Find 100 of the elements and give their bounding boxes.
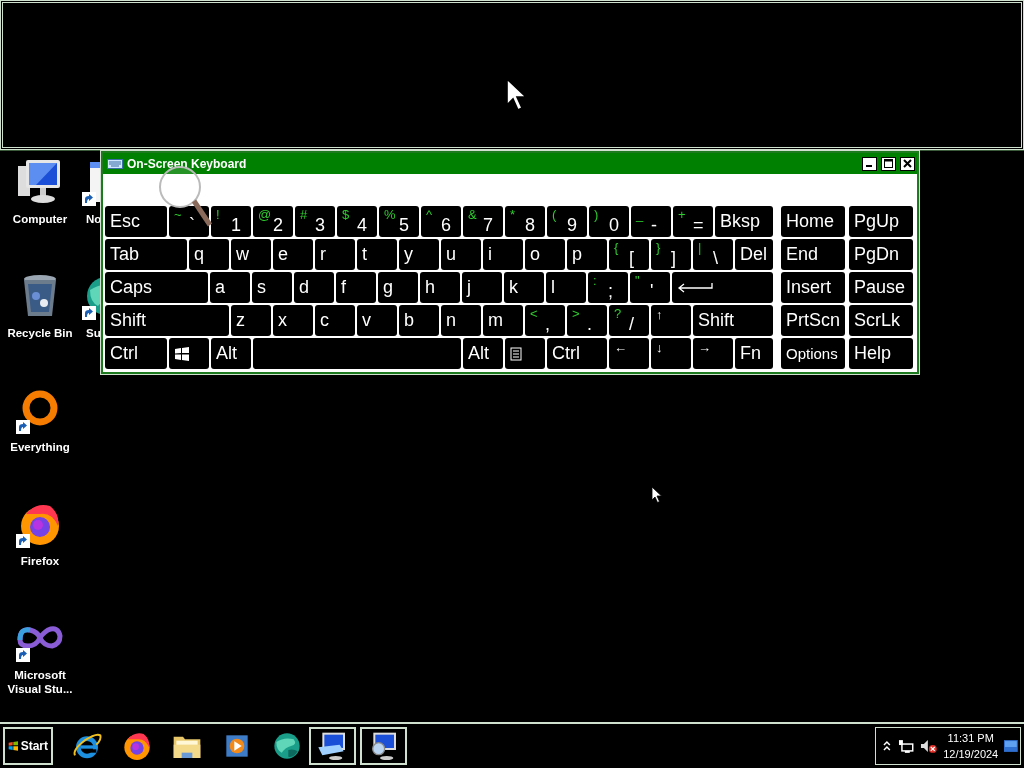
keyboard-key[interactable]: Pause [849,272,913,303]
keyboard-key[interactable]: j [462,272,502,303]
keyboard-key[interactable]: & 7 [463,206,503,237]
keyboard-key[interactable]: o [525,239,565,270]
keyboard-key[interactable]: Shift [693,305,773,336]
keyboard-key[interactable]: w [231,239,271,270]
keyboard-key[interactable]: " ' [630,272,670,303]
keyboard-key[interactable]: | \ [693,239,733,270]
keyboard-key[interactable]: n [441,305,481,336]
keyboard-key[interactable]: Ctrl [105,338,167,369]
keyboard-key[interactable]: d [294,272,334,303]
keyboard-key[interactable]: > . [567,305,607,336]
enter-arrow-icon [677,281,713,294]
keyboard-key[interactable]: z [231,305,271,336]
keyboard-key[interactable]: c [315,305,355,336]
keyboard-key[interactable]: PgDn [849,239,913,270]
desktop-icon-label[interactable]: Firefox [0,554,80,568]
keyboard-key[interactable]: Options [781,338,845,369]
menu-key[interactable] [505,338,545,369]
keyboard-key[interactable]: % 5 [379,206,419,237]
keyboard-key[interactable]: < , [525,305,565,336]
keyboard-key[interactable]: q [189,239,229,270]
arrow-key[interactable]: ↑ [651,305,691,336]
keyboard-key[interactable]: s [252,272,292,303]
keyboard-key[interactable]: p [567,239,607,270]
keyboard-key[interactable]: k [504,272,544,303]
keyboard-key[interactable]: # 3 [295,206,335,237]
keyboard-key[interactable]: ? / [609,305,649,336]
keyboard-key[interactable]: Tab [105,239,187,270]
keyboard-key[interactable]: v [357,305,397,336]
keyboard-key[interactable]: ! 1 [211,206,251,237]
firefox-icon[interactable] [121,730,153,762]
muted-speaker-icon[interactable] [919,739,938,753]
windows-key[interactable] [169,338,209,369]
start-button[interactable]: Start [3,727,53,765]
keyboard-key[interactable]: y [399,239,439,270]
keyboard-key[interactable]: e [273,239,313,270]
keyboard-key[interactable]: ScrLk [849,305,913,336]
keyboard-key[interactable]: @2 [253,206,293,237]
keyboard-key[interactable]: t [357,239,397,270]
keyboard-key[interactable]: Help [849,338,913,369]
keyboard-key[interactable]: } ] [651,239,691,270]
keyboard-key[interactable]: r [315,239,355,270]
keyboard-key[interactable]: PgUp [849,206,913,237]
keyboard-key[interactable]: Home [781,206,845,237]
clock-time[interactable]: 11:31 PM [947,730,994,746]
keyboard-key[interactable]: { [ [609,239,649,270]
keyboard-key[interactable]: Alt [463,338,503,369]
keyboard-key[interactable]: u [441,239,481,270]
keyboard-key[interactable]: g [378,272,418,303]
desktop-icon-label[interactable]: Recycle Bin [0,326,80,340]
cursor-icon [651,486,663,504]
keyboard-key[interactable]: m [483,305,523,336]
maximize-icon [884,159,893,168]
keyboard-key[interactable]: i [483,239,523,270]
chevron-up-icon[interactable] [882,740,892,752]
keyboard-key[interactable]: End [781,239,845,270]
keyboard-key[interactable]: Insert [781,272,845,303]
shortcut-arrow-icon [16,420,30,434]
keyboard-key[interactable]: $ 4 [337,206,377,237]
show-desktop-icon[interactable] [1004,740,1018,752]
keyboard-key[interactable]: ^ 6 [421,206,461,237]
keyboard-key[interactable]: ) 0 [589,206,629,237]
network-icon[interactable] [897,739,914,753]
keyboard-key[interactable]: Caps [105,272,208,303]
menu-key-icon [510,346,522,361]
enter-key[interactable] [672,272,773,303]
maximize-button[interactable] [881,156,896,171]
desktop-icon-label[interactable]: Computer [0,212,80,226]
keyboard-key[interactable]: ( 9 [547,206,587,237]
keyboard-key[interactable]: : ; [588,272,628,303]
keyboard-key[interactable]: l [546,272,586,303]
keyboard-key[interactable]: Ctrl [547,338,607,369]
keyboard-key[interactable]: h [420,272,460,303]
keyboard-key[interactable]: Del [735,239,773,270]
keyboard-key[interactable]: + = [673,206,713,237]
keyboard-key[interactable]: Bksp [715,206,773,237]
globe-icon[interactable] [271,730,303,762]
desktop-icon-label[interactable]: Su [86,326,101,340]
desktop-icon-label[interactable]: Microsoft Visual Stu... [0,668,80,696]
close-button[interactable] [900,156,915,171]
keyboard-key[interactable]: Esc [105,206,167,237]
keyboard-key[interactable]: _ - [631,206,671,237]
keyboard-key[interactable]: PrtScn [781,305,845,336]
clock-date[interactable]: 12/19/2024 [943,746,999,762]
keyboard-key[interactable]: a [210,272,250,303]
keyboard-key[interactable]: b [399,305,439,336]
keyboard-key[interactable]: x [273,305,313,336]
keyboard-key[interactable]: Shift [105,305,229,336]
keyboard-key[interactable]: * 8 [505,206,545,237]
keyboard-key[interactable]: ~ ` [169,206,209,237]
arrow-key[interactable]: ← [609,338,649,369]
keyboard-key[interactable]: Alt [211,338,251,369]
minimize-button[interactable] [862,156,877,171]
keyboard-key[interactable]: Fn [735,338,773,369]
keyboard-key[interactable]: f [336,272,376,303]
desktop-icon-label[interactable]: Everything [0,440,80,454]
arrow-key[interactable]: → [693,338,733,369]
arrow-key[interactable]: ↓ [651,338,691,369]
desktop-icon-label[interactable]: No [86,212,102,226]
